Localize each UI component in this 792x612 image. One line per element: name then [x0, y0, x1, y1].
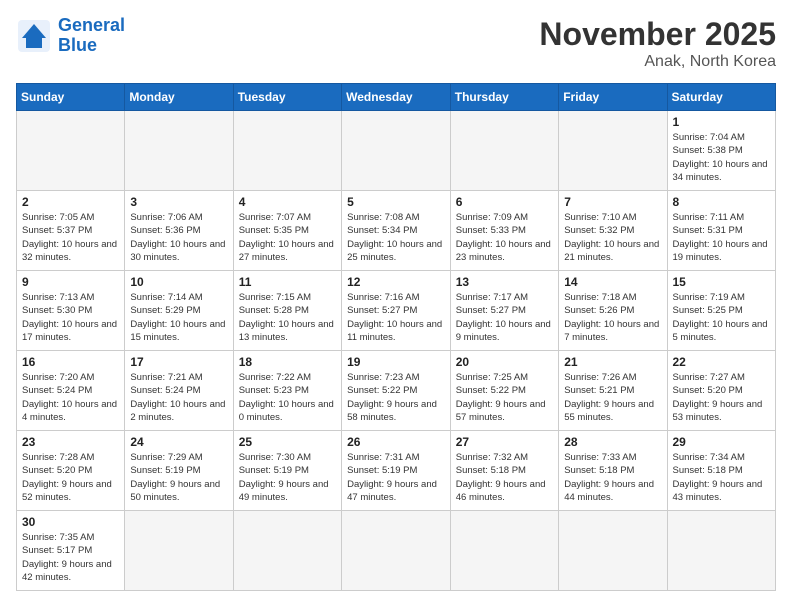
location-subtitle: Anak, North Korea — [539, 53, 776, 71]
week-row-5: 23 Sunrise: 7:28 AMSunset: 5:20 PMDaylig… — [17, 431, 776, 511]
day-21: 21 Sunrise: 7:26 AMSunset: 5:21 PMDaylig… — [559, 351, 667, 431]
logo-icon — [16, 18, 52, 54]
week-row-2: 2 Sunrise: 7:05 AMSunset: 5:37 PMDayligh… — [17, 191, 776, 271]
day-15: 15 Sunrise: 7:19 AMSunset: 5:25 PMDaylig… — [667, 271, 776, 351]
month-year-title: November 2025 — [539, 16, 776, 53]
weekday-header-row: Sunday Monday Tuesday Wednesday Thursday… — [17, 84, 776, 111]
day-10: 10 Sunrise: 7:14 AMSunset: 5:29 PMDaylig… — [125, 271, 233, 351]
day-17: 17 Sunrise: 7:21 AMSunset: 5:24 PMDaylig… — [125, 351, 233, 431]
empty-cell — [125, 511, 233, 591]
header-wednesday: Wednesday — [342, 84, 451, 111]
empty-cell — [125, 111, 233, 191]
day-20: 20 Sunrise: 7:25 AMSunset: 5:22 PMDaylig… — [450, 351, 558, 431]
day-12: 12 Sunrise: 7:16 AMSunset: 5:27 PMDaylig… — [342, 271, 451, 351]
day-26: 26 Sunrise: 7:31 AMSunset: 5:19 PMDaylig… — [342, 431, 451, 511]
day-7: 7 Sunrise: 7:10 AMSunset: 5:32 PMDayligh… — [559, 191, 667, 271]
empty-cell — [233, 511, 341, 591]
empty-cell — [450, 111, 558, 191]
empty-cell — [559, 111, 667, 191]
week-row-4: 16 Sunrise: 7:20 AMSunset: 5:24 PMDaylig… — [17, 351, 776, 431]
calendar-table: Sunday Monday Tuesday Wednesday Thursday… — [16, 83, 776, 591]
day-30: 30 Sunrise: 7:35 AMSunset: 5:17 PMDaylig… — [17, 511, 125, 591]
empty-cell — [667, 511, 776, 591]
day-2: 2 Sunrise: 7:05 AMSunset: 5:37 PMDayligh… — [17, 191, 125, 271]
header-tuesday: Tuesday — [233, 84, 341, 111]
logo: General Blue — [16, 16, 125, 56]
header-saturday: Saturday — [667, 84, 776, 111]
day-23: 23 Sunrise: 7:28 AMSunset: 5:20 PMDaylig… — [17, 431, 125, 511]
empty-cell — [342, 511, 451, 591]
week-row-3: 9 Sunrise: 7:13 AMSunset: 5:30 PMDayligh… — [17, 271, 776, 351]
day-27: 27 Sunrise: 7:32 AMSunset: 5:18 PMDaylig… — [450, 431, 558, 511]
empty-cell — [17, 111, 125, 191]
page-header: General Blue November 2025 Anak, North K… — [16, 16, 776, 71]
empty-cell — [342, 111, 451, 191]
day-14: 14 Sunrise: 7:18 AMSunset: 5:26 PMDaylig… — [559, 271, 667, 351]
header-thursday: Thursday — [450, 84, 558, 111]
day-9: 9 Sunrise: 7:13 AMSunset: 5:30 PMDayligh… — [17, 271, 125, 351]
title-block: November 2025 Anak, North Korea — [539, 16, 776, 71]
header-sunday: Sunday — [17, 84, 125, 111]
day-4: 4 Sunrise: 7:07 AMSunset: 5:35 PMDayligh… — [233, 191, 341, 271]
day-6: 6 Sunrise: 7:09 AMSunset: 5:33 PMDayligh… — [450, 191, 558, 271]
day-11: 11 Sunrise: 7:15 AMSunset: 5:28 PMDaylig… — [233, 271, 341, 351]
day-5: 5 Sunrise: 7:08 AMSunset: 5:34 PMDayligh… — [342, 191, 451, 271]
header-monday: Monday — [125, 84, 233, 111]
day-13: 13 Sunrise: 7:17 AMSunset: 5:27 PMDaylig… — [450, 271, 558, 351]
day-28: 28 Sunrise: 7:33 AMSunset: 5:18 PMDaylig… — [559, 431, 667, 511]
day-18: 18 Sunrise: 7:22 AMSunset: 5:23 PMDaylig… — [233, 351, 341, 431]
day-19: 19 Sunrise: 7:23 AMSunset: 5:22 PMDaylig… — [342, 351, 451, 431]
day-8: 8 Sunrise: 7:11 AMSunset: 5:31 PMDayligh… — [667, 191, 776, 271]
empty-cell — [559, 511, 667, 591]
week-row-6: 30 Sunrise: 7:35 AMSunset: 5:17 PMDaylig… — [17, 511, 776, 591]
day-22: 22 Sunrise: 7:27 AMSunset: 5:20 PMDaylig… — [667, 351, 776, 431]
day-1: 1 Sunrise: 7:04 AM Sunset: 5:38 PM Dayli… — [667, 111, 776, 191]
day-16: 16 Sunrise: 7:20 AMSunset: 5:24 PMDaylig… — [17, 351, 125, 431]
day-29: 29 Sunrise: 7:34 AMSunset: 5:18 PMDaylig… — [667, 431, 776, 511]
empty-cell — [450, 511, 558, 591]
header-friday: Friday — [559, 84, 667, 111]
logo-text: General Blue — [58, 16, 125, 56]
empty-cell — [233, 111, 341, 191]
week-row-1: 1 Sunrise: 7:04 AM Sunset: 5:38 PM Dayli… — [17, 111, 776, 191]
day-24: 24 Sunrise: 7:29 AMSunset: 5:19 PMDaylig… — [125, 431, 233, 511]
day-25: 25 Sunrise: 7:30 AMSunset: 5:19 PMDaylig… — [233, 431, 341, 511]
day-3: 3 Sunrise: 7:06 AMSunset: 5:36 PMDayligh… — [125, 191, 233, 271]
